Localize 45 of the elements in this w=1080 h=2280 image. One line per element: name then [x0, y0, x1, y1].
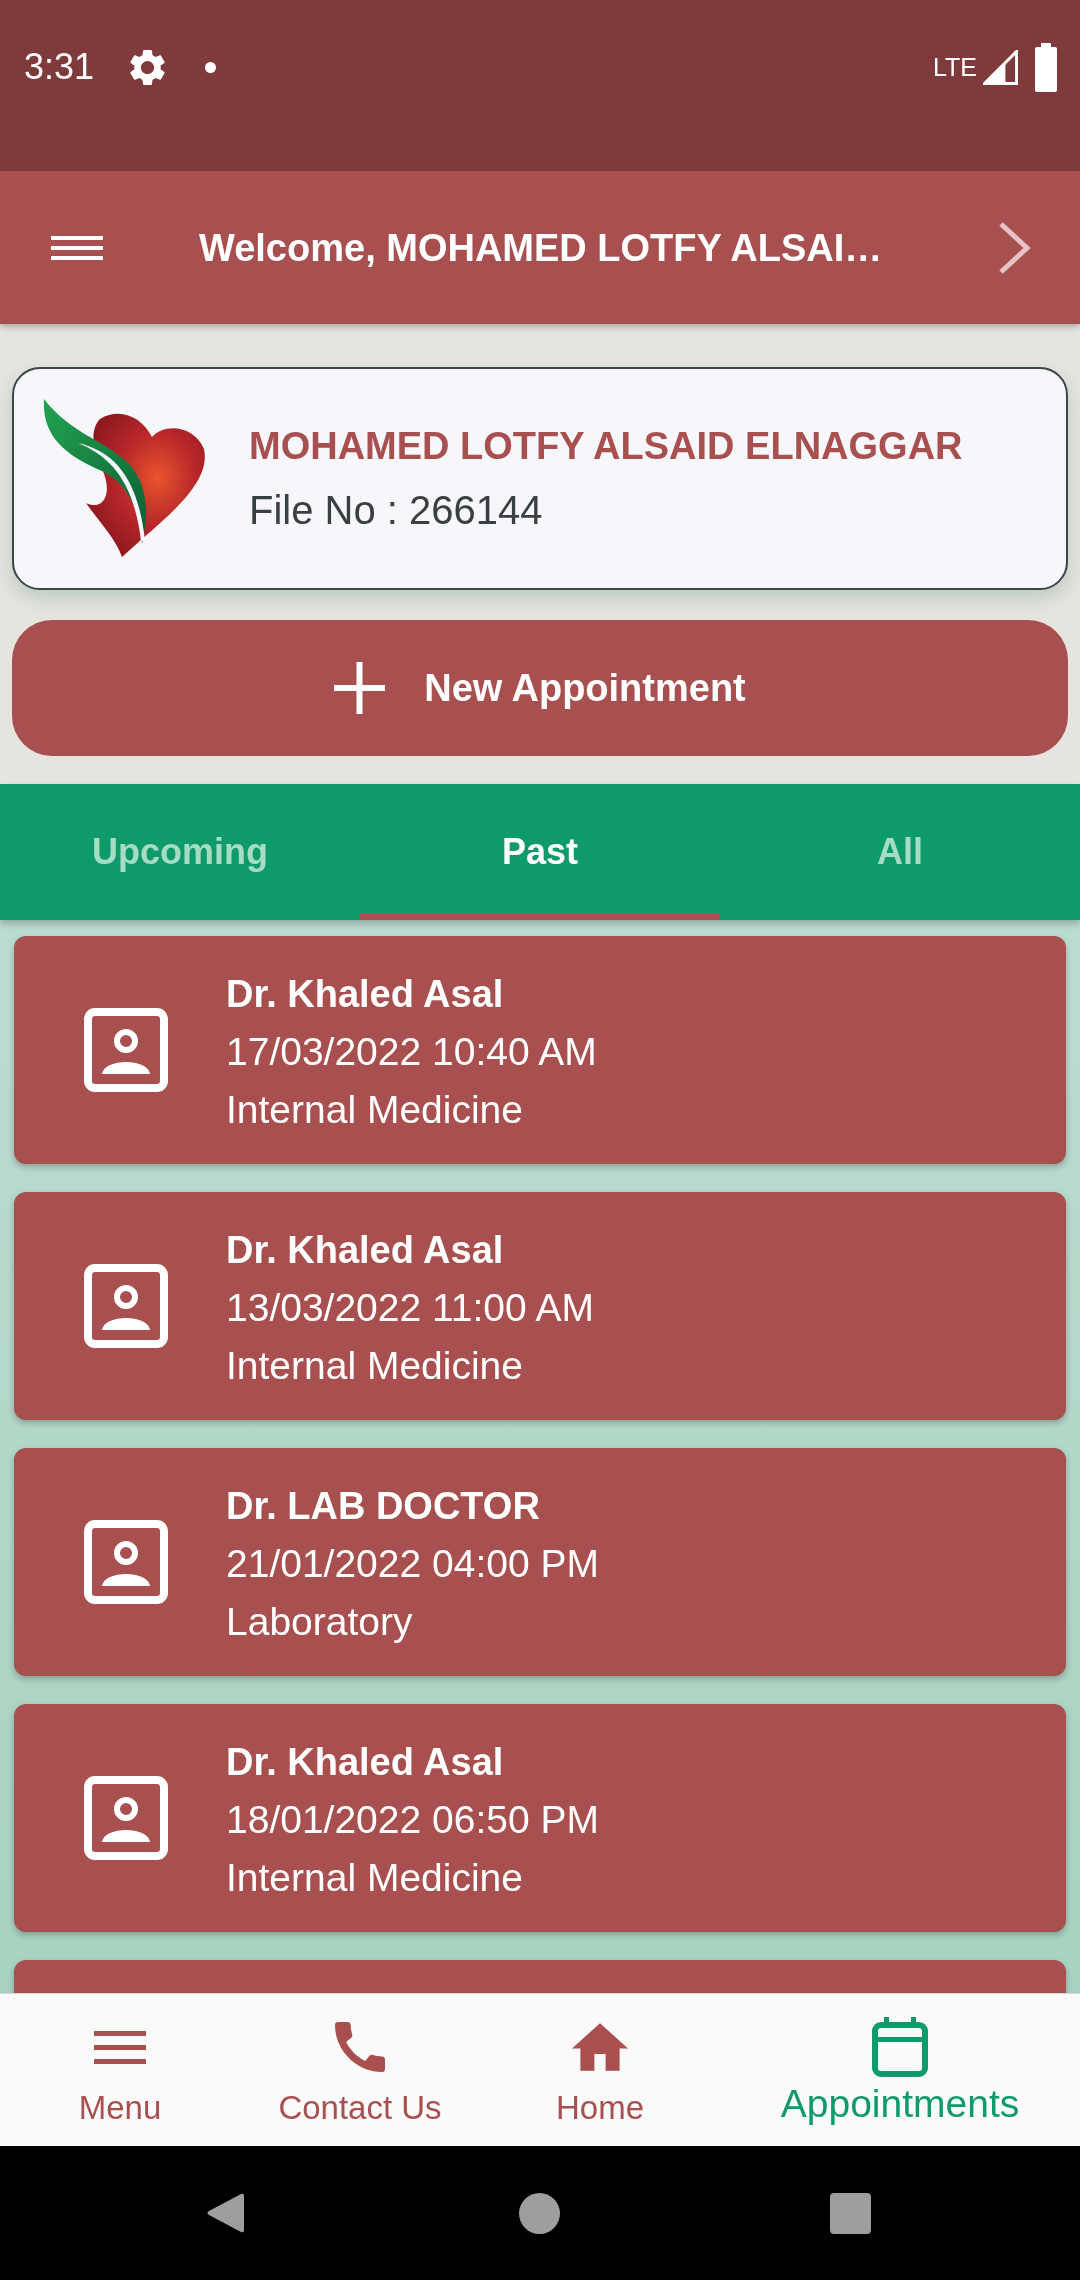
calendar-icon: [872, 2017, 928, 2077]
doctor-name: Dr. Khaled Asal: [226, 1228, 505, 1273]
appointment-datetime: 21/01/2022 04:00 PM: [226, 1541, 599, 1587]
department-name: Internal Medicine: [226, 1343, 524, 1389]
appointment-datetime: 17/03/2022 10:40 AM: [226, 1029, 597, 1075]
battery-icon: [1035, 42, 1057, 92]
nav-tab[interactable]: Menu: [0, 1994, 240, 2146]
department-name: Internal Medicine: [226, 1855, 524, 1901]
plus-icon: [334, 662, 386, 714]
patient-name: MOHAMED LOTFY ALSAID ELNAGGAR: [249, 424, 963, 469]
person-frame-icon: [84, 1776, 168, 1860]
nav-tab[interactable]: Home: [480, 1994, 720, 2146]
back-icon[interactable]: [205, 2192, 244, 2234]
appointment-card[interactable]: Dr. Khaled Asal 18/01/2022 06:50 PM Internal Medicine: [14, 1704, 1066, 1932]
network-label: LTE: [933, 52, 977, 82]
appointment-card[interactable]: Dr. LAB DOCTOR 21/01/2022 04:00 PM Laboratory: [14, 1448, 1066, 1676]
nav-tab[interactable]: Contact Us: [240, 1994, 480, 2146]
doctor-name: Dr. LAB DOCTOR: [226, 1484, 541, 1529]
doctor-name: Dr. Khaled Asal: [226, 972, 505, 1017]
department-name: Internal Medicine: [226, 1087, 524, 1133]
person-frame-icon: [84, 1520, 168, 1604]
new-appointment-button[interactable]: New Appointment: [12, 620, 1068, 756]
home-icon: [572, 2023, 628, 2071]
signal-icon: [983, 49, 1018, 85]
heart-leaf-icon: [42, 398, 207, 559]
doctor-name: Dr. Khaled Asal: [226, 1740, 505, 1785]
appointment-datetime: 18/01/2022 06:50 PM: [226, 1797, 599, 1843]
appointment-datetime: 13/03/2022 11:00 AM: [226, 1285, 594, 1331]
person-frame-icon: [84, 1264, 168, 1348]
file-number: File No : 266144: [249, 487, 544, 533]
person-frame-icon: [84, 1008, 168, 1092]
dot-icon: [205, 61, 217, 73]
appointment-card[interactable]: Dr. Khaled Asal 17/03/2022 10:40 AM Internal Medicine: [14, 936, 1066, 1164]
status-time: 3:31: [24, 46, 95, 88]
menu-icon[interactable]: [51, 235, 103, 260]
square-icon[interactable]: [830, 2192, 871, 2234]
app-bar-title: Welcome, MOHAMED LOTFY ALSAI…: [199, 225, 883, 270]
menu-icon: [94, 2030, 146, 2064]
gear-icon: [130, 48, 166, 86]
nav-tab[interactable]: Appointments: [720, 1994, 1080, 2146]
circle-icon[interactable]: [519, 2192, 560, 2234]
phone-icon: [335, 2022, 385, 2072]
department-name: Laboratory: [226, 1599, 414, 1645]
chevron-right-icon[interactable]: [997, 220, 1031, 275]
appointment-card[interactable]: Dr. Khaled Asal 13/03/2022 11:00 AM Internal Medicine: [14, 1192, 1066, 1420]
